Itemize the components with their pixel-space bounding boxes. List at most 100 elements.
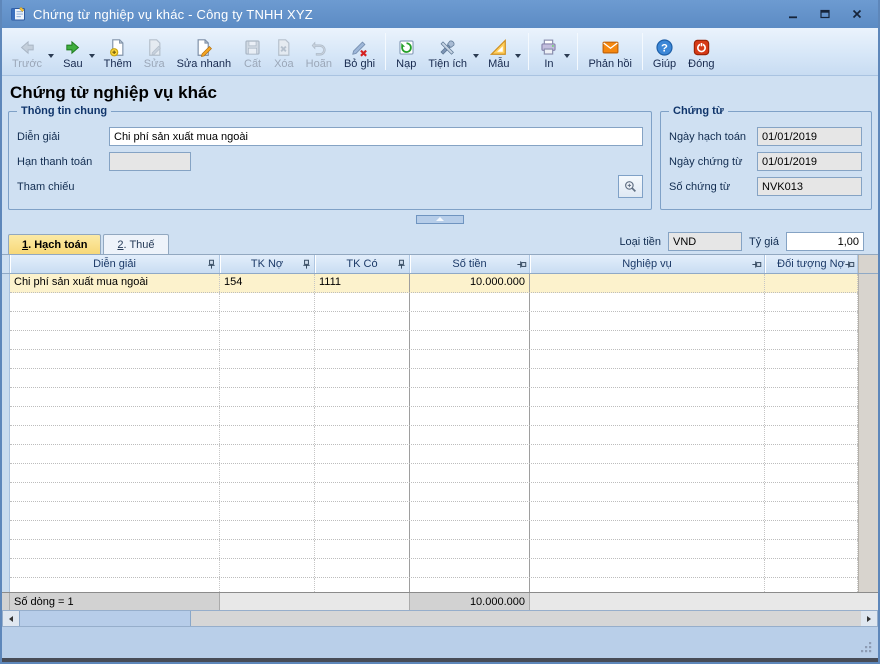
table-row-empty[interactable] xyxy=(10,388,858,407)
table-cell[interactable] xyxy=(220,331,315,349)
tham-chieu-lookup-button[interactable] xyxy=(618,175,643,198)
table-cell[interactable] xyxy=(530,407,765,425)
grid-right-filler[interactable] xyxy=(858,274,878,592)
dropdown-caret-icon[interactable] xyxy=(88,54,95,58)
table-row-empty[interactable] xyxy=(10,445,858,464)
table-cell[interactable] xyxy=(530,388,765,406)
table-row-selected[interactable]: Chi phí sản xuất mua ngoài 154 1111 10.000.… xyxy=(10,274,858,293)
table-cell[interactable] xyxy=(220,445,315,463)
table-cell[interactable] xyxy=(530,559,765,577)
toolbar-button-delete[interactable]: Xóa xyxy=(268,36,300,74)
pin-icon[interactable] xyxy=(751,259,762,270)
table-cell[interactable] xyxy=(315,521,410,539)
table-cell[interactable] xyxy=(410,293,530,311)
resize-grip[interactable] xyxy=(860,641,873,654)
table-cell[interactable] xyxy=(765,293,858,311)
ngay-chung-tu-input[interactable] xyxy=(757,152,862,171)
column-header-1[interactable]: Diễn giải xyxy=(10,255,220,273)
table-row-empty[interactable] xyxy=(10,312,858,331)
table-cell[interactable] xyxy=(410,540,530,558)
table-cell[interactable] xyxy=(315,540,410,558)
table-cell[interactable] xyxy=(410,331,530,349)
table-cell[interactable] xyxy=(220,483,315,501)
table-row-empty[interactable] xyxy=(10,502,858,521)
tab-thue[interactable]: 2. Thuế xyxy=(103,234,169,254)
table-cell[interactable]: 1111 xyxy=(315,274,410,292)
table-cell[interactable] xyxy=(10,521,220,539)
maximize-button[interactable] xyxy=(812,4,838,24)
table-cell[interactable] xyxy=(530,521,765,539)
table-cell[interactable] xyxy=(315,464,410,482)
table-cell[interactable] xyxy=(220,407,315,425)
dropdown-caret-icon[interactable] xyxy=(473,54,480,58)
table-cell[interactable] xyxy=(10,483,220,501)
tab-hach-toan[interactable]: 1. Hạch toán xyxy=(8,234,102,254)
table-cell[interactable] xyxy=(765,464,858,482)
table-cell[interactable] xyxy=(765,426,858,444)
pin-icon[interactable] xyxy=(301,259,312,270)
dropdown-caret-icon[interactable] xyxy=(515,54,522,58)
table-cell[interactable] xyxy=(410,350,530,368)
table-row-empty[interactable] xyxy=(10,331,858,350)
table-cell[interactable] xyxy=(765,502,858,520)
table-cell[interactable] xyxy=(220,293,315,311)
table-cell[interactable] xyxy=(220,559,315,577)
toolbar-button-template[interactable]: Mẫu xyxy=(482,36,515,74)
table-cell[interactable] xyxy=(410,407,530,425)
table-cell[interactable] xyxy=(765,521,858,539)
table-cell[interactable] xyxy=(315,331,410,349)
ngay-hach-toan-input[interactable] xyxy=(757,127,862,146)
table-cell[interactable] xyxy=(220,540,315,558)
table-cell[interactable] xyxy=(315,350,410,368)
table-cell[interactable]: 154 xyxy=(220,274,315,292)
table-cell[interactable] xyxy=(10,293,220,311)
table-cell[interactable] xyxy=(530,578,765,592)
toolbar-button-edit[interactable]: Sửa xyxy=(138,36,171,74)
table-row-empty[interactable] xyxy=(10,483,858,502)
table-cell[interactable] xyxy=(530,502,765,520)
ty-gia-input[interactable] xyxy=(786,232,864,251)
toolbar-button-add[interactable]: Thêm xyxy=(98,36,138,74)
toolbar-button-utilities[interactable]: Tiện ích xyxy=(422,36,473,74)
table-row-empty[interactable] xyxy=(10,578,858,592)
pin-icon[interactable] xyxy=(516,259,527,270)
table-cell[interactable] xyxy=(410,369,530,387)
table-cell[interactable] xyxy=(765,312,858,330)
table-cell[interactable] xyxy=(10,426,220,444)
table-cell[interactable] xyxy=(530,293,765,311)
column-header-2[interactable]: TK Nợ xyxy=(220,255,315,273)
toolbar-button-unpost[interactable]: Bỏ ghi xyxy=(338,36,381,74)
table-cell[interactable] xyxy=(315,407,410,425)
table-cell[interactable] xyxy=(315,559,410,577)
table-cell[interactable]: Chi phí sản xuất mua ngoài xyxy=(10,274,220,292)
column-header-5[interactable]: Nghiệp vụ xyxy=(530,255,765,273)
table-cell[interactable] xyxy=(220,369,315,387)
table-cell[interactable] xyxy=(220,426,315,444)
table-cell[interactable] xyxy=(530,464,765,482)
pin-icon[interactable] xyxy=(844,259,855,270)
table-cell[interactable] xyxy=(410,312,530,330)
table-cell[interactable] xyxy=(530,426,765,444)
table-cell[interactable] xyxy=(315,388,410,406)
table-cell[interactable] xyxy=(765,483,858,501)
table-cell[interactable] xyxy=(10,350,220,368)
table-cell[interactable] xyxy=(765,388,858,406)
toolbar-button-help[interactable]: ? Giúp xyxy=(647,36,682,74)
table-cell[interactable] xyxy=(315,312,410,330)
table-row-empty[interactable] xyxy=(10,559,858,578)
table-cell[interactable] xyxy=(10,312,220,330)
toolbar-button-close-window[interactable]: Đóng xyxy=(682,36,720,74)
toolbar-button-next[interactable]: Sau xyxy=(57,36,89,74)
table-cell[interactable] xyxy=(220,521,315,539)
table-cell[interactable] xyxy=(410,426,530,444)
dien-giai-input[interactable] xyxy=(109,127,643,146)
table-row-empty[interactable] xyxy=(10,540,858,559)
minimize-button[interactable] xyxy=(780,4,806,24)
column-header-6[interactable]: Đối tượng Nợ xyxy=(765,255,858,273)
table-cell[interactable] xyxy=(315,502,410,520)
table-cell[interactable] xyxy=(315,369,410,387)
table-row-empty[interactable] xyxy=(10,407,858,426)
table-row-empty[interactable] xyxy=(10,464,858,483)
table-row-empty[interactable] xyxy=(10,293,858,312)
scrollbar-track[interactable] xyxy=(191,611,861,626)
